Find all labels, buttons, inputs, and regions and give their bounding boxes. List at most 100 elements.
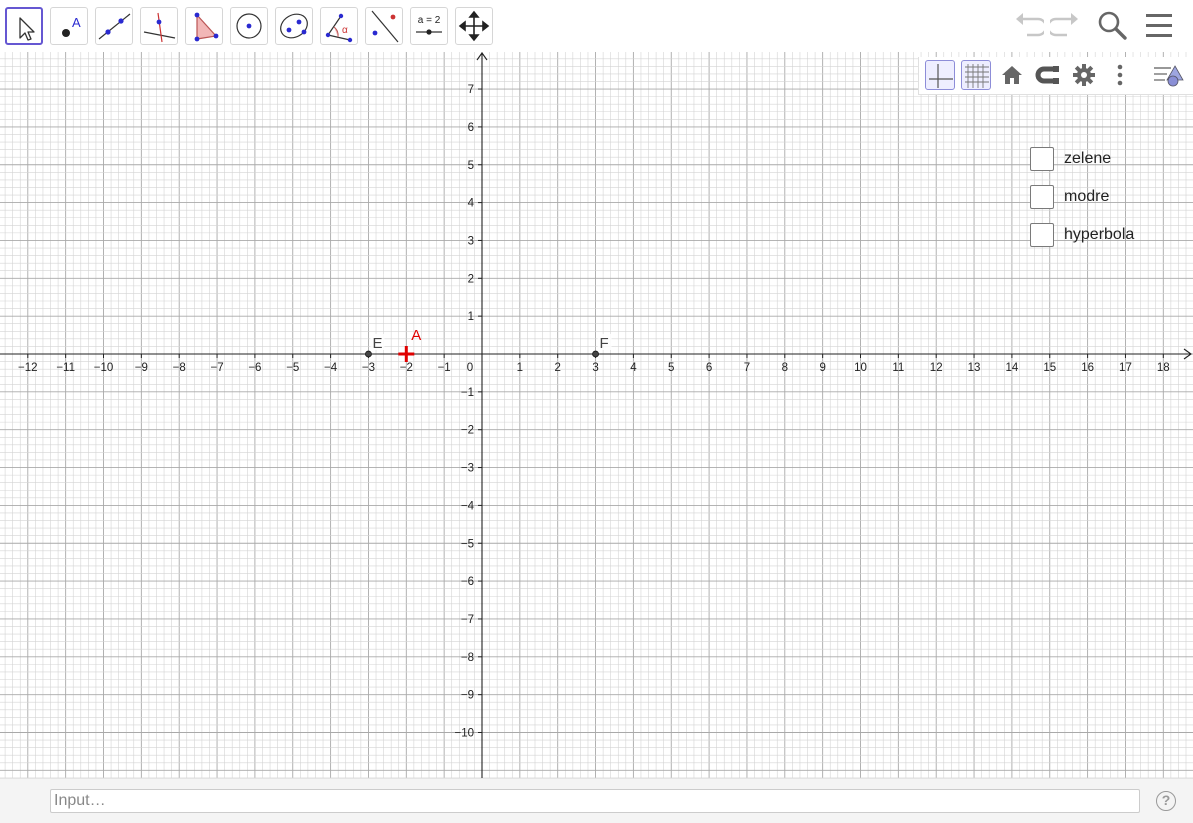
x-tick-label: 14: [1006, 362, 1019, 374]
checkbox-box[interactable]: [1030, 185, 1054, 209]
x-tick-label: −10: [94, 362, 114, 374]
point-tool[interactable]: A: [50, 7, 88, 45]
x-tick-label: 16: [1081, 362, 1094, 374]
circle-center-point-tool-icon: [236, 13, 262, 39]
x-tick-label: 18: [1157, 362, 1170, 374]
point-a[interactable]: A: [398, 327, 421, 362]
show-grid-button[interactable]: [961, 60, 991, 90]
redo-icon[interactable]: [1050, 8, 1082, 44]
x-tick-label: 15: [1043, 362, 1056, 374]
perpendicular-line-tool-icon: [143, 12, 176, 43]
point-marker[interactable]: [592, 350, 599, 358]
y-tick-label: 2: [468, 273, 474, 285]
x-tick-label: −9: [135, 362, 148, 374]
point-label: E: [372, 335, 382, 352]
toggle-style-bar-icon: [1154, 65, 1184, 87]
x-tick-label: −12: [18, 362, 38, 374]
y-tick-label: −8: [461, 652, 474, 664]
line-tool[interactable]: [95, 7, 133, 45]
x-tick-label: −2: [400, 362, 413, 374]
show-grid-icon: [965, 64, 989, 88]
x-tick-label: 11: [892, 362, 904, 374]
x-tick-label: 10: [854, 362, 867, 374]
reflect-tool[interactable]: [365, 7, 403, 45]
polygon-tool[interactable]: [185, 7, 223, 45]
checkbox-zelene[interactable]: zelene: [1030, 145, 1111, 173]
point-label: F: [600, 335, 609, 352]
svg-text:α: α: [342, 25, 348, 36]
checkbox-label: hyperbola: [1064, 226, 1135, 243]
y-tick-label: 1: [468, 311, 474, 323]
y-tick-label: −5: [461, 538, 474, 550]
show-axes-icon: [929, 64, 953, 88]
show-axes-button[interactable]: [925, 60, 955, 90]
point-capturing-button[interactable]: [1033, 60, 1063, 90]
line-tool-icon: [98, 13, 131, 40]
y-tick-label: −1: [461, 387, 474, 399]
standard-view-home-icon: [1002, 66, 1022, 84]
x-tick-label: −8: [173, 362, 186, 374]
point-tool-icon: A: [62, 15, 81, 37]
x-tick-label: 2: [554, 362, 560, 374]
x-tick-label: 5: [668, 362, 674, 374]
help-icon[interactable]: ?: [1156, 791, 1176, 811]
x-tick-label: 8: [782, 362, 788, 374]
checkbox-label: modre: [1064, 188, 1110, 205]
move-tool-icon: [19, 17, 35, 41]
toolbar: A α a = 2: [0, 0, 1193, 52]
perpendicular-line-tool[interactable]: [140, 7, 178, 45]
slider-tool-icon: a = 2: [416, 15, 442, 35]
x-tick-label: 7: [744, 362, 750, 374]
y-tick-label: −7: [461, 614, 474, 626]
x-tick-label: 6: [706, 362, 712, 374]
y-tick-label: 6: [468, 122, 474, 134]
angle-tool-icon: α: [325, 13, 353, 43]
reflect-tool-icon: [371, 10, 399, 43]
x-tick-label: 9: [819, 362, 825, 374]
more-options-button[interactable]: [1105, 60, 1135, 90]
graphics-view[interactable]: −12 −11 −10 −9 −8 −7 −6 −5 −4 −3 −2 −1 0 1 2 3 4 5 6 7 8 9 10 1…: [0, 52, 1193, 778]
polygon-tool-icon: [194, 12, 219, 42]
checkbox-hyperbola[interactable]: hyperbola: [1030, 221, 1134, 249]
toggle-style-bar-button[interactable]: [1151, 60, 1187, 90]
x-tick-label: 1: [517, 362, 523, 374]
algebra-input-field[interactable]: [50, 789, 1140, 813]
standard-view-button[interactable]: [997, 60, 1027, 90]
more-options-icon: [1117, 64, 1123, 86]
undo-icon[interactable]: [1012, 8, 1044, 44]
ellipse-tool-icon: [280, 13, 308, 39]
ellipse-tool[interactable]: [275, 7, 313, 45]
x-tick-label: −3: [362, 362, 375, 374]
x-tick-label: −7: [210, 362, 223, 374]
svg-text:A: A: [72, 15, 81, 30]
x-tick-label: −5: [286, 362, 299, 374]
checkbox-label: zelene: [1064, 150, 1112, 167]
x-tick-label: 0: [467, 362, 473, 374]
angle-tool[interactable]: α: [320, 7, 358, 45]
y-tick-label: 5: [468, 160, 474, 172]
move-graphics-view-tool[interactable]: [455, 7, 493, 45]
slider-tool[interactable]: a = 2: [410, 7, 448, 45]
grid: [0, 52, 1193, 778]
coordinate-plane[interactable]: −12 −11 −10 −9 −8 −7 −6 −5 −4 −3 −2 −1 0 1 2 3 4 5 6 7 8 9 10 1…: [0, 52, 1193, 778]
x-tick-label: −6: [248, 362, 261, 374]
y-tick-label: −4: [461, 500, 475, 512]
checkbox-box[interactable]: [1030, 223, 1054, 247]
search-icon[interactable]: [1096, 8, 1128, 44]
menu-icon[interactable]: [1144, 8, 1176, 44]
svg-text:a = 2: a = 2: [418, 15, 441, 26]
move-graphics-view-tool-icon: [458, 10, 490, 42]
y-tick-label: −9: [461, 690, 474, 702]
circle-tool[interactable]: [230, 7, 268, 45]
x-tick-label: 13: [968, 362, 981, 374]
checkbox-box[interactable]: [1030, 147, 1054, 171]
checkbox-modre[interactable]: modre: [1030, 183, 1109, 211]
x-tick-label: −4: [324, 362, 338, 374]
y-tick-label: 7: [468, 84, 474, 96]
x-tick-label: 4: [630, 362, 637, 374]
point-marker[interactable]: [365, 350, 372, 358]
x-tick-label: 3: [592, 362, 598, 374]
graphics-settings-button[interactable]: [1069, 60, 1099, 90]
y-tick-label: 3: [468, 235, 474, 247]
move-tool[interactable]: [5, 7, 43, 45]
